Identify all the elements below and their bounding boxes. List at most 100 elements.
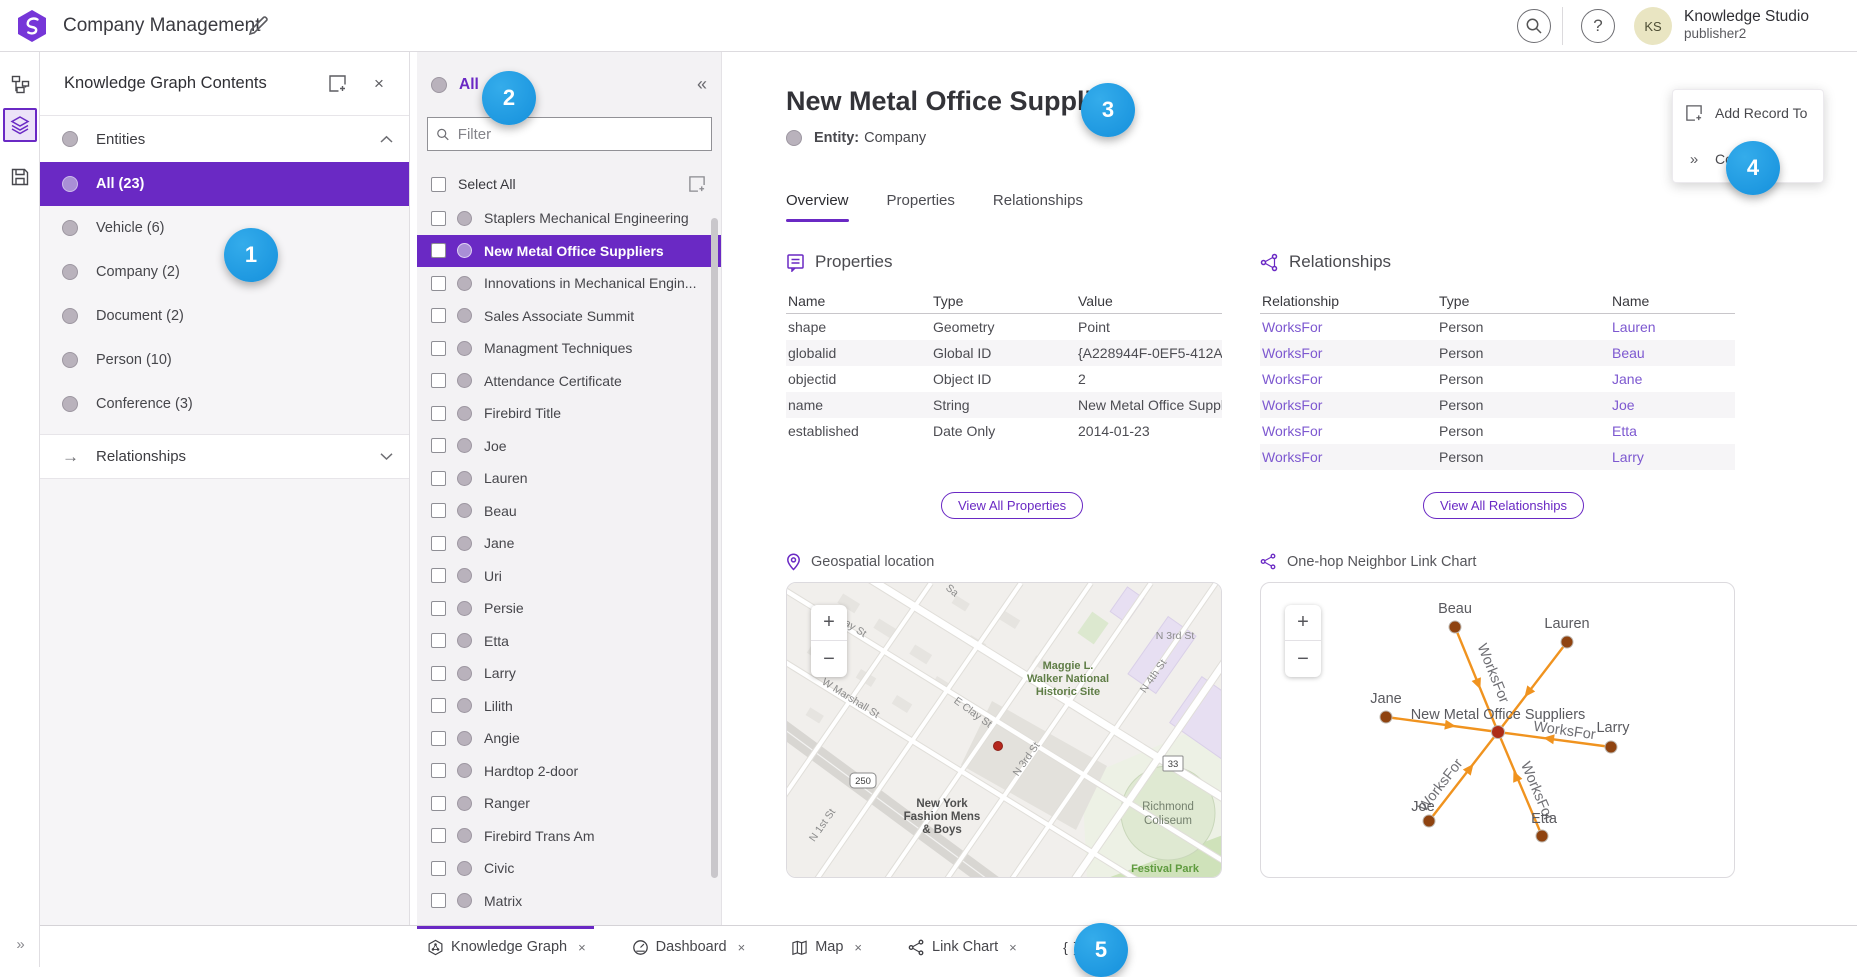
- avatar[interactable]: KS: [1634, 7, 1672, 45]
- record-link[interactable]: Joe: [1610, 397, 1735, 413]
- view-tab-dashboard[interactable]: Dashboard×: [632, 926, 746, 968]
- tab-properties[interactable]: Properties: [887, 192, 955, 222]
- view-tab-map[interactable]: Map×: [791, 926, 862, 968]
- table-row[interactable]: WorksForPersonLauren: [1260, 314, 1735, 340]
- link-chart-node[interactable]: [1561, 636, 1573, 648]
- table-row[interactable]: globalidGlobal ID{A228944F-0EF5-412A-...: [786, 340, 1222, 366]
- list-item[interactable]: New Metal Office Suppliers: [417, 235, 721, 268]
- list-item[interactable]: Ranger: [417, 787, 721, 820]
- edit-title-icon[interactable]: [246, 14, 270, 38]
- item-checkbox[interactable]: [431, 861, 446, 876]
- zoom-in-button[interactable]: +: [1285, 605, 1321, 641]
- entity-type-item[interactable]: Person (10): [40, 338, 409, 382]
- select-all-row[interactable]: Select All: [431, 170, 711, 198]
- relationships-group-header[interactable]: → Relationships: [40, 434, 409, 479]
- record-link[interactable]: WorksFor: [1260, 371, 1437, 387]
- chevron-down-icon[interactable]: [380, 452, 393, 461]
- close-panel-icon[interactable]: ×: [365, 70, 393, 98]
- view-all-properties-button[interactable]: View All Properties: [941, 492, 1083, 519]
- table-row[interactable]: establishedDate Only2014-01-23: [786, 418, 1222, 444]
- link-chart-center-node[interactable]: [1492, 726, 1505, 739]
- record-link[interactable]: WorksFor: [1260, 345, 1437, 361]
- record-link[interactable]: Beau: [1610, 345, 1735, 361]
- list-item[interactable]: Lilith: [417, 690, 721, 723]
- list-item[interactable]: Attendance Certificate: [417, 365, 721, 398]
- select-all-checkbox[interactable]: [431, 177, 446, 192]
- item-checkbox[interactable]: [431, 276, 446, 291]
- add-record-icon[interactable]: [683, 170, 711, 198]
- list-item[interactable]: Uri: [417, 560, 721, 593]
- item-checkbox[interactable]: [431, 308, 446, 323]
- entity-type-item[interactable]: Document (2): [40, 294, 409, 338]
- table-row[interactable]: shapeGeometryPoint: [786, 314, 1222, 340]
- item-checkbox[interactable]: [431, 796, 446, 811]
- list-item[interactable]: Managment Techniques: [417, 332, 721, 365]
- item-checkbox[interactable]: [431, 503, 446, 518]
- list-item[interactable]: Angie: [417, 722, 721, 755]
- list-item[interactable]: Civic: [417, 852, 721, 885]
- link-chart-node[interactable]: [1449, 621, 1461, 633]
- save-icon[interactable]: [3, 160, 37, 194]
- tab-relationships[interactable]: Relationships: [993, 192, 1083, 222]
- record-link[interactable]: WorksFor: [1260, 449, 1437, 465]
- list-item[interactable]: Persie: [417, 592, 721, 625]
- item-checkbox[interactable]: [431, 406, 446, 421]
- record-link[interactable]: Larry: [1610, 449, 1735, 465]
- link-chart-node[interactable]: [1380, 711, 1392, 723]
- record-link[interactable]: Etta: [1610, 423, 1735, 439]
- close-tab-icon[interactable]: ×: [1009, 940, 1017, 955]
- entities-group-header[interactable]: Entities: [40, 116, 409, 162]
- record-location-marker[interactable]: [994, 742, 1003, 751]
- item-checkbox[interactable]: [431, 536, 446, 551]
- table-row[interactable]: nameStringNew Metal Office Suppli...: [786, 392, 1222, 418]
- item-checkbox[interactable]: [431, 471, 446, 486]
- link-chart-node[interactable]: [1536, 830, 1548, 842]
- zoom-in-button[interactable]: +: [811, 605, 847, 641]
- item-checkbox[interactable]: [431, 666, 446, 681]
- entity-type-item[interactable]: Vehicle (6): [40, 206, 409, 250]
- list-item[interactable]: Firebird Title: [417, 397, 721, 430]
- geospatial-map[interactable]: W Clay StSaW Marshall StE Clay StN 3rd S…: [786, 582, 1222, 878]
- data-model-icon[interactable]: [3, 67, 37, 101]
- table-row[interactable]: WorksForPersonJane: [1260, 366, 1735, 392]
- item-checkbox[interactable]: [431, 763, 446, 778]
- record-link[interactable]: Jane: [1610, 371, 1735, 387]
- list-item[interactable]: Staplers Mechanical Engineering: [417, 202, 721, 235]
- item-checkbox[interactable]: [431, 893, 446, 908]
- entity-type-item[interactable]: Conference (3): [40, 382, 409, 426]
- item-checkbox[interactable]: [431, 601, 446, 616]
- item-checkbox[interactable]: [431, 698, 446, 713]
- item-checkbox[interactable]: [431, 373, 446, 388]
- item-checkbox[interactable]: [431, 633, 446, 648]
- view-tab-link-chart[interactable]: Link Chart×: [908, 926, 1017, 968]
- record-link[interactable]: WorksFor: [1260, 397, 1437, 413]
- item-checkbox[interactable]: [431, 243, 446, 258]
- tab-overview[interactable]: Overview: [786, 192, 849, 222]
- link-chart-node[interactable]: [1423, 815, 1435, 827]
- record-link[interactable]: Lauren: [1610, 319, 1735, 335]
- view-all-relationships-button[interactable]: View All Relationships: [1423, 492, 1584, 519]
- list-item[interactable]: Joe: [417, 430, 721, 463]
- list-item[interactable]: Innovations in Mechanical Engin...: [417, 267, 721, 300]
- zoom-out-button[interactable]: −: [811, 641, 847, 677]
- table-row[interactable]: WorksForPersonEtta: [1260, 418, 1735, 444]
- table-row[interactable]: WorksForPersonBeau: [1260, 340, 1735, 366]
- help-icon[interactable]: ?: [1581, 9, 1615, 43]
- close-tab-icon[interactable]: ×: [854, 940, 862, 955]
- add-record-to-menu-item[interactable]: Add Record To: [1673, 90, 1823, 136]
- item-checkbox[interactable]: [431, 438, 446, 453]
- filter-input[interactable]: [458, 126, 703, 143]
- item-checkbox[interactable]: [431, 341, 446, 356]
- link-chart-node[interactable]: [1605, 741, 1617, 753]
- search-icon[interactable]: [1517, 9, 1551, 43]
- user-block[interactable]: Knowledge Studio publisher2: [1684, 8, 1809, 42]
- list-item[interactable]: Matrix: [417, 885, 721, 918]
- table-row[interactable]: WorksForPersonLarry: [1260, 444, 1735, 470]
- list-item[interactable]: Jane: [417, 527, 721, 560]
- chevron-up-icon[interactable]: [380, 135, 393, 144]
- item-checkbox[interactable]: [431, 211, 446, 226]
- list-item[interactable]: Hardtop 2-door: [417, 755, 721, 788]
- list-item[interactable]: Sales Associate Summit: [417, 300, 721, 333]
- zoom-out-button[interactable]: −: [1285, 641, 1321, 677]
- item-checkbox[interactable]: [431, 828, 446, 843]
